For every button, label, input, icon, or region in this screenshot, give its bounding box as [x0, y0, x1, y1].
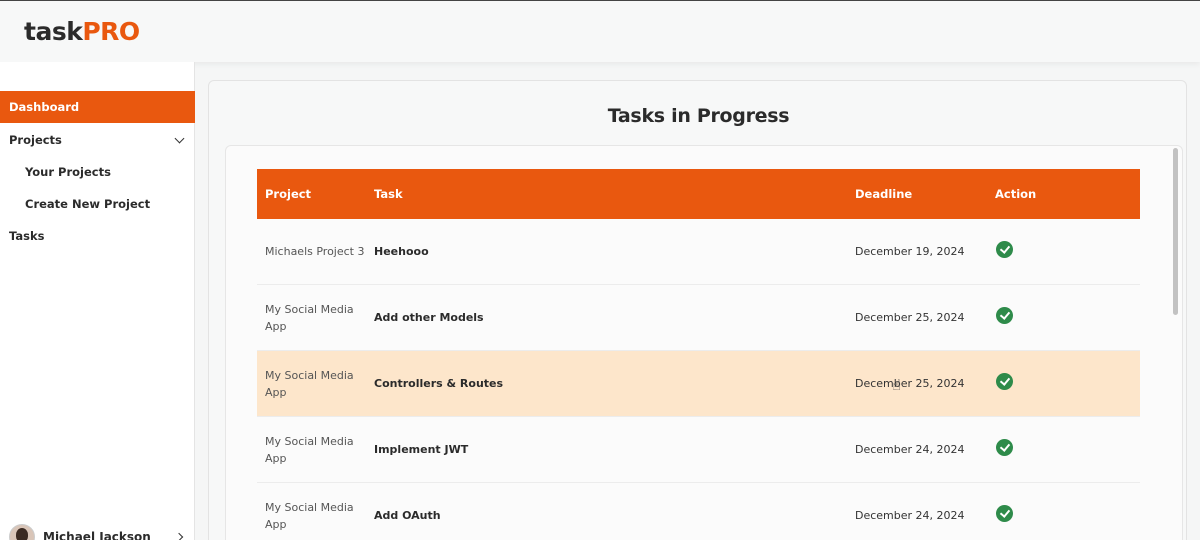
sidebar-item-label: Dashboard	[9, 100, 80, 114]
table-header: Project Task Deadline Action	[257, 169, 1140, 219]
task-cell: Controllers & Routes	[374, 377, 504, 390]
check-circle-icon[interactable]	[996, 372, 1013, 390]
deadline-cell: December 25, 2024	[855, 311, 965, 324]
action-cell	[996, 483, 1036, 540]
top-header: taskPRO	[0, 0, 1200, 62]
sidebar-item-your-projects[interactable]: Your Projects	[0, 156, 195, 188]
check-circle-icon[interactable]	[996, 438, 1013, 456]
chevron-right-icon	[174, 532, 184, 540]
table-row[interactable]: My Social Media App Implement JWT Decemb…	[257, 417, 1140, 483]
logo-pro-text: PRO	[82, 17, 140, 46]
column-header-action: Action	[995, 187, 1037, 201]
project-cell: Michaels Project 3	[265, 245, 365, 258]
sidebar-item-label: Projects	[9, 133, 62, 147]
deadline-cell: December 25, 2024	[855, 377, 965, 390]
sidebar-item-create-new-project[interactable]: Create New Project	[0, 188, 195, 220]
table-row[interactable]: Michaels Project 3 Heehooo December 19, …	[257, 219, 1140, 285]
project-cell: My Social Media App	[265, 434, 354, 465]
sidebar-item-dashboard[interactable]: Dashboard	[0, 91, 195, 123]
task-cell: Heehooo	[374, 245, 429, 258]
table-row-highlighted[interactable]: My Social Media App Controllers & Routes…	[257, 351, 1140, 417]
table-row[interactable]: My Social Media App Add other Models Dec…	[257, 285, 1140, 351]
sidebar-item-label: Tasks	[9, 229, 45, 243]
sidebar-item-tasks[interactable]: Tasks	[0, 220, 195, 252]
app-logo[interactable]: taskPRO	[24, 17, 140, 46]
logo-task-text: task	[24, 17, 83, 46]
action-cell	[996, 417, 1036, 482]
action-cell	[996, 285, 1036, 350]
project-cell: My Social Media App	[265, 368, 354, 399]
mouse-pointer-icon: ☝	[892, 376, 902, 394]
sidebar-item-label: Your Projects	[25, 165, 111, 179]
check-circle-icon[interactable]	[996, 504, 1013, 522]
task-cell: Implement JWT	[374, 443, 469, 456]
deadline-cell: December 24, 2024	[855, 509, 965, 522]
sidebar: Dashboard Projects Your Projects Create …	[0, 62, 195, 540]
tasks-table: Project Task Deadline Action Michaels Pr…	[257, 169, 1140, 540]
chevron-down-icon	[174, 133, 185, 144]
deadline-cell: December 19, 2024	[855, 245, 965, 258]
column-header-deadline: Deadline	[855, 187, 913, 201]
sidebar-item-projects[interactable]: Projects	[0, 124, 195, 156]
page-title: Tasks in Progress	[607, 105, 790, 127]
column-header-task: Task	[374, 187, 403, 201]
check-circle-icon[interactable]	[996, 240, 1013, 258]
scrollbar-thumb[interactable]	[1173, 148, 1178, 315]
task-cell: Add other Models	[374, 311, 484, 324]
main-content-card: Tasks in Progress Project Task Deadline …	[208, 80, 1187, 540]
project-cell: My Social Media App	[265, 500, 354, 531]
project-cell: My Social Media App	[265, 302, 354, 333]
vertical-scrollbar[interactable]	[1173, 148, 1178, 540]
action-cell	[996, 351, 1036, 416]
sidebar-item-label: Create New Project	[25, 197, 151, 211]
deadline-cell: December 24, 2024	[855, 443, 965, 456]
user-name: Michael Jackson	[43, 530, 151, 540]
task-cell: Add OAuth	[374, 509, 441, 522]
table-row[interactable]: My Social Media App Add OAuth December 2…	[257, 483, 1140, 540]
user-menu[interactable]: Michael Jackson	[0, 522, 195, 540]
check-circle-icon[interactable]	[996, 306, 1013, 324]
column-header-project: Project	[265, 187, 312, 201]
tasks-table-card: Project Task Deadline Action Michaels Pr…	[225, 145, 1183, 540]
action-cell	[996, 219, 1036, 284]
avatar	[9, 524, 35, 540]
